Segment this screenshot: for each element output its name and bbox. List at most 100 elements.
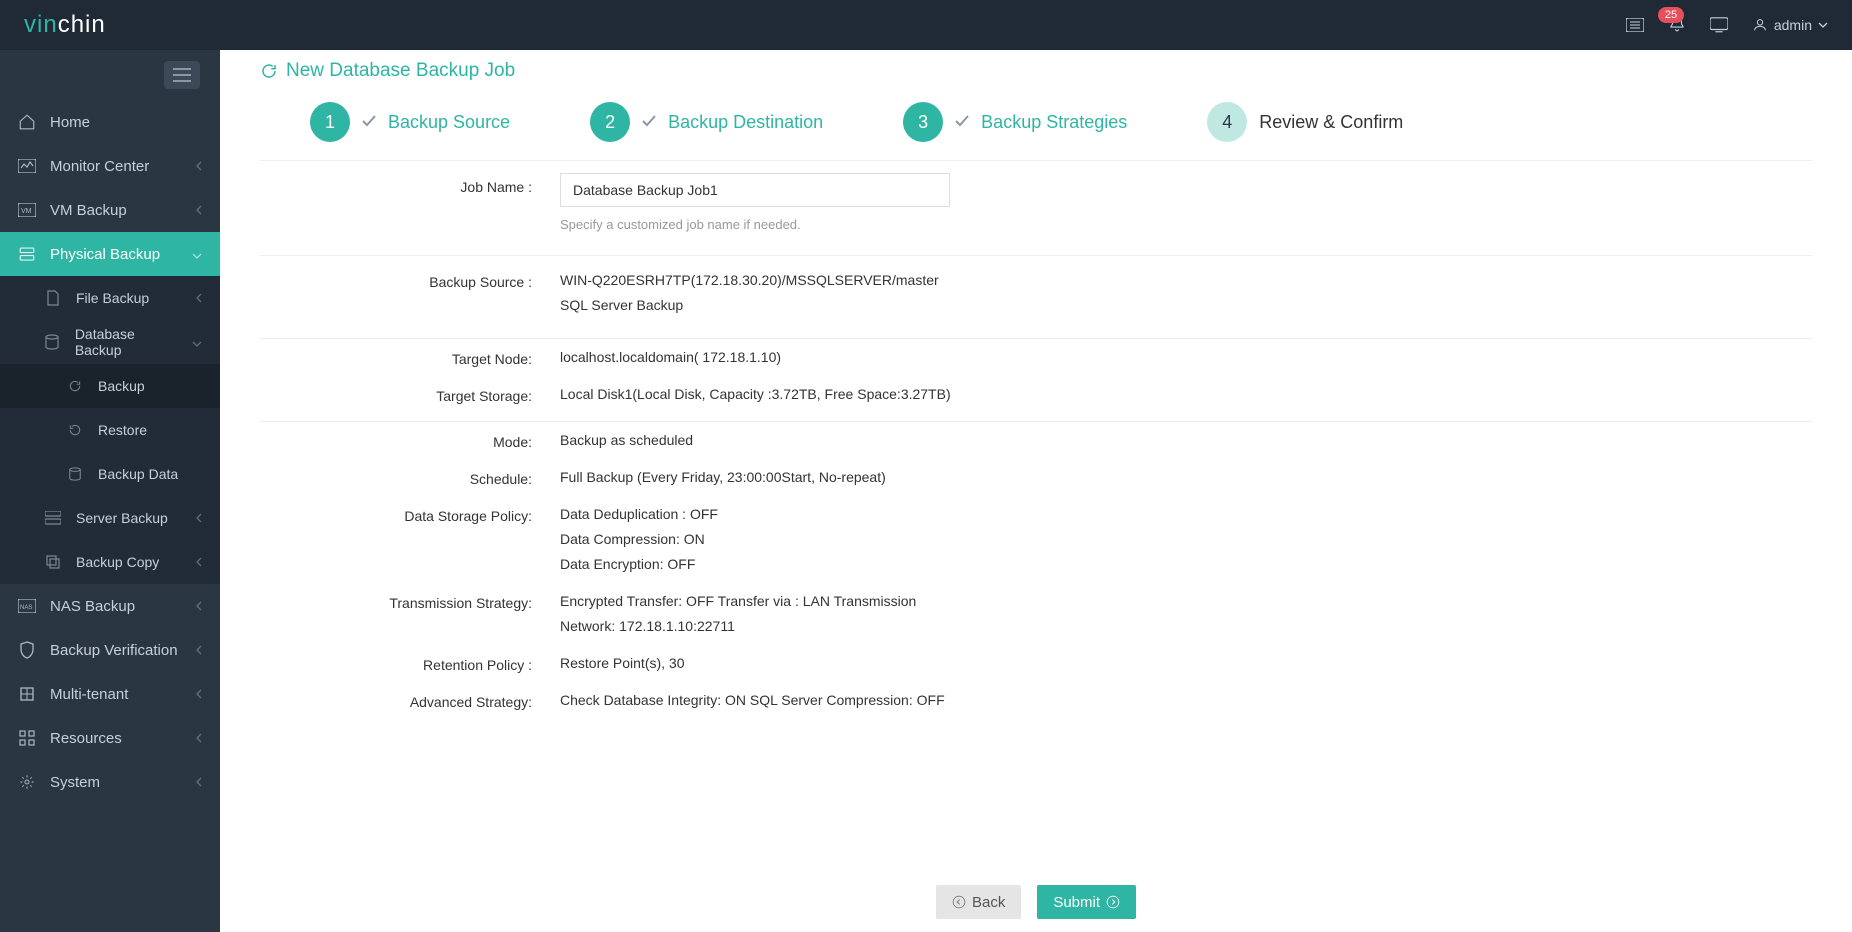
label-schedule: Schedule: [260, 465, 560, 490]
check-icon [362, 114, 376, 130]
value-targetstorage: Local Disk1(Local Disk, Capacity :3.72TB… [560, 382, 1772, 407]
sidebar-label: NAS Backup [50, 598, 135, 615]
page-title-text: New Database Backup Job [286, 60, 515, 82]
sidebar-item-filebackup[interactable]: File Backup [0, 276, 220, 320]
value-source-2: SQL Server Backup [560, 293, 1772, 318]
refresh-icon [260, 62, 278, 80]
chevron-down-icon [192, 246, 202, 263]
sidebar-item-backupdata[interactable]: Backup Data [0, 452, 220, 496]
main-content: New Database Backup Job 1 Backup Source … [220, 50, 1852, 932]
server-icon [18, 245, 36, 263]
value-policy-2: Data Compression: ON [560, 527, 1772, 552]
job-name-input[interactable] [560, 173, 950, 207]
value-policy-1: Data Deduplication : OFF [560, 502, 1772, 527]
review-form: Job Name : Specify a customized job name… [260, 160, 1812, 720]
chevron-down-icon [1818, 22, 1828, 28]
vm-icon: VM [18, 201, 36, 219]
chevron-left-icon [196, 554, 202, 570]
step-number: 4 [1207, 102, 1247, 142]
sidebar-item-physical[interactable]: Physical Backup [0, 232, 220, 276]
home-icon [18, 113, 36, 131]
step-label: Backup Source [388, 112, 510, 133]
value-trans-2: Network: 172.18.1.10:22711 [560, 614, 1772, 639]
footer-actions: Back Submit [220, 872, 1852, 932]
step-label: Backup Strategies [981, 112, 1127, 133]
label-advanced: Advanced Strategy: [260, 688, 560, 721]
user-menu[interactable]: admin [1752, 17, 1828, 33]
sidebar-label: System [50, 774, 100, 791]
value-source-1: WIN-Q220ESRH7TP(172.18.30.20)/MSSQLSERVE… [560, 268, 1772, 293]
sidebar-label: Backup Data [98, 466, 178, 482]
database-icon [44, 333, 61, 351]
stepper: 1 Backup Source 2 Backup Destination 3 B… [260, 102, 1812, 142]
sidebar-label: Backup Copy [76, 554, 159, 570]
label-targetnode: Target Node: [260, 345, 560, 370]
sidebar-label: Physical Backup [50, 246, 160, 263]
user-name: admin [1774, 17, 1812, 33]
copy-icon [44, 553, 62, 571]
sidebar-label: VM Backup [50, 202, 127, 219]
back-button[interactable]: Back [936, 885, 1021, 919]
chevron-left-icon [196, 158, 202, 175]
check-icon [955, 114, 969, 130]
sidebar-label: Database Backup [75, 326, 178, 358]
submit-button[interactable]: Submit [1037, 885, 1136, 919]
sidebar-label: Home [50, 114, 90, 131]
svg-text:VM: VM [21, 208, 32, 215]
button-label: Back [972, 894, 1005, 911]
value-policy-3: Data Encryption: OFF [560, 552, 1772, 577]
restore-icon [66, 421, 84, 439]
server-rack-icon [44, 509, 62, 527]
shield-icon [18, 641, 36, 659]
sidebar-item-serverbackup[interactable]: Server Backup [0, 496, 220, 540]
top-header: vinchin 25 admin [0, 0, 1852, 50]
step-number: 1 [310, 102, 350, 142]
chevron-left-icon [196, 202, 202, 219]
step-2[interactable]: 2 Backup Destination [590, 102, 823, 142]
sidebar-label: File Backup [76, 290, 149, 306]
screen-icon[interactable] [1710, 18, 1728, 32]
value-retention: Restore Point(s), 30 [560, 651, 1772, 676]
sidebar-item-system[interactable]: System [0, 760, 220, 804]
chevron-left-icon [196, 730, 202, 747]
sidebar-label: Server Backup [76, 510, 168, 526]
sidebar-item-home[interactable]: Home [0, 100, 220, 144]
label-trans: Transmission Strategy: [260, 589, 560, 639]
sidebar-item-dbbackup[interactable]: Database Backup [0, 320, 220, 364]
step-1[interactable]: 1 Backup Source [310, 102, 510, 142]
sidebar-label: Resources [50, 730, 122, 747]
chevron-down-icon [192, 334, 202, 350]
label-retention: Retention Policy : [260, 651, 560, 676]
sidebar-item-multitenant[interactable]: Multi-tenant [0, 672, 220, 716]
step-number: 2 [590, 102, 630, 142]
sidebar-item-monitor[interactable]: Monitor Center [0, 144, 220, 188]
log-icon[interactable] [1626, 18, 1644, 32]
sidebar-item-backupcopy[interactable]: Backup Copy [0, 540, 220, 584]
sidebar-item-verify[interactable]: Backup Verification [0, 628, 220, 672]
arrow-left-icon [952, 895, 966, 909]
sidebar-item-nas[interactable]: NAS NAS Backup [0, 584, 220, 628]
step-4[interactable]: 4 Review & Confirm [1207, 102, 1403, 142]
gear-icon [18, 773, 36, 791]
hamburger-icon [173, 68, 191, 82]
chevron-left-icon [196, 598, 202, 615]
sidebar-label: Multi-tenant [50, 686, 128, 703]
file-icon [44, 289, 62, 307]
value-adv-2: Page Checksum: ON [560, 713, 1772, 721]
notification-badge: 25 [1658, 7, 1684, 23]
step-3[interactable]: 3 Backup Strategies [903, 102, 1127, 142]
value-schedule: Full Backup (Every Friday, 23:00:00Start… [560, 465, 1772, 490]
database-icon [66, 465, 84, 483]
sidebar-item-vmbackup[interactable]: VM VM Backup [0, 188, 220, 232]
tenant-icon [18, 685, 36, 703]
label-jobname: Job Name : [260, 173, 560, 235]
notifications[interactable]: 25 [1668, 15, 1686, 36]
value-adv-1: Check Database Integrity: ON SQL Server … [560, 688, 1772, 713]
svg-text:NAS: NAS [20, 605, 32, 611]
sidebar-item-backup[interactable]: Backup [0, 364, 220, 408]
sidebar-item-restore[interactable]: Restore [0, 408, 220, 452]
sidebar: Home Monitor Center VM VM Backup Physica… [0, 50, 220, 932]
user-icon [1752, 17, 1768, 33]
sidebar-item-resources[interactable]: Resources [0, 716, 220, 760]
sidebar-toggle[interactable] [164, 61, 200, 89]
